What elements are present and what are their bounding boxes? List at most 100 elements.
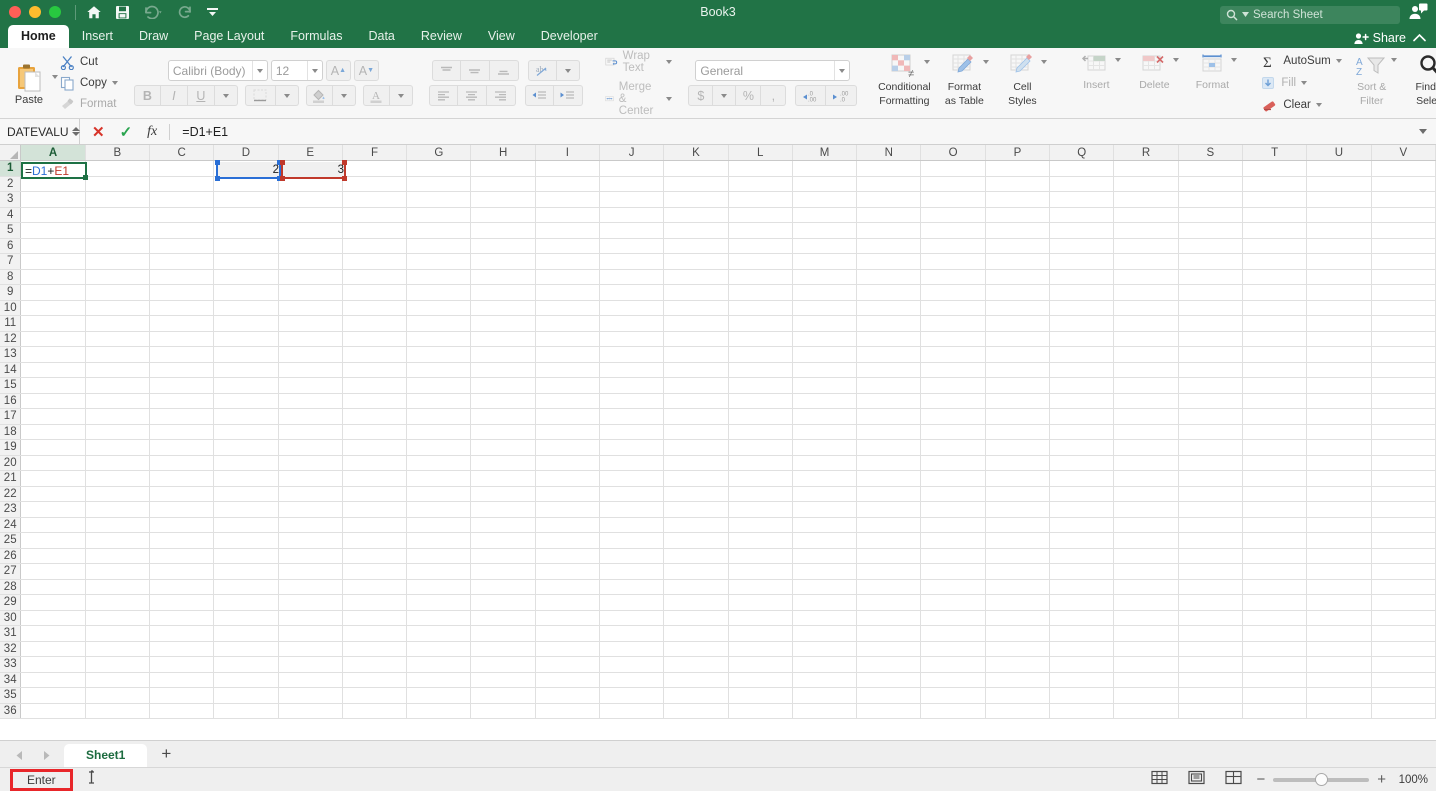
decrease-decimal-button[interactable]: .00.0 [826, 85, 858, 106]
row-header-4[interactable]: 4 [0, 207, 22, 223]
cell-D21[interactable] [213, 470, 279, 487]
cell-S29[interactable] [1178, 594, 1243, 611]
cell-D7[interactable] [213, 253, 279, 270]
currency-format-button[interactable]: $ [688, 85, 714, 106]
cell-N16[interactable] [856, 393, 922, 409]
cell-G21[interactable] [406, 470, 472, 487]
cell-F29[interactable] [342, 594, 408, 611]
cell-J21[interactable] [599, 470, 665, 487]
cell-G27[interactable] [406, 563, 472, 580]
cell-L33[interactable] [728, 656, 793, 673]
cell-D13[interactable] [213, 346, 279, 363]
cell-H26[interactable] [470, 548, 536, 564]
cell-H5[interactable] [470, 222, 536, 239]
cell-L16[interactable] [728, 393, 793, 409]
zoom-slider-handle[interactable] [1315, 772, 1329, 786]
cell-G2[interactable] [406, 176, 472, 192]
cell-E17[interactable] [278, 408, 343, 425]
cell-Q34[interactable] [1049, 672, 1115, 688]
cell-D12[interactable] [213, 331, 279, 347]
cell-L11[interactable] [728, 315, 793, 332]
cell-S8[interactable] [1178, 269, 1243, 285]
cell-L5[interactable] [728, 222, 793, 239]
cell-L17[interactable] [728, 408, 793, 425]
name-box[interactable]: DATEVALU [0, 119, 80, 144]
cell-U20[interactable] [1306, 455, 1372, 471]
cell-R9[interactable] [1113, 284, 1179, 301]
cell-G32[interactable] [406, 641, 472, 657]
cell-C3[interactable] [149, 191, 215, 208]
home-icon[interactable] [86, 5, 102, 20]
merge-center-dropdown-icon[interactable] [666, 96, 673, 101]
cell-K12[interactable] [663, 331, 729, 347]
cell-D8[interactable] [213, 269, 279, 285]
cell-N19[interactable] [856, 439, 922, 456]
cell-U3[interactable] [1306, 191, 1372, 208]
cell-J19[interactable] [599, 439, 665, 456]
row-header-2[interactable]: 2 [0, 176, 22, 192]
cell-D3[interactable] [213, 191, 279, 208]
cell-L14[interactable] [728, 362, 793, 378]
cell-S15[interactable] [1178, 377, 1243, 394]
cell-B24[interactable] [85, 517, 150, 533]
cell-U8[interactable] [1306, 269, 1372, 285]
cell-F2[interactable] [342, 176, 408, 192]
cell-G13[interactable] [406, 346, 472, 363]
copy-dropdown-icon[interactable] [111, 81, 118, 85]
cell-G16[interactable] [406, 393, 472, 409]
cell-B19[interactable] [85, 439, 150, 456]
cell-B20[interactable] [85, 455, 150, 471]
cell-M19[interactable] [792, 439, 858, 456]
cell-S18[interactable] [1178, 424, 1243, 440]
cell-D6[interactable] [213, 238, 279, 254]
cell-G36[interactable] [406, 703, 472, 719]
cell-M6[interactable] [792, 238, 858, 254]
cell-N11[interactable] [856, 315, 922, 332]
cell-F22[interactable] [342, 486, 408, 502]
cell-T8[interactable] [1242, 269, 1308, 285]
cell-R27[interactable] [1113, 563, 1179, 580]
cell-J10[interactable] [599, 300, 665, 316]
cell-I22[interactable] [535, 486, 601, 502]
cell-O23[interactable] [920, 501, 986, 518]
cell-L34[interactable] [728, 672, 793, 688]
cell-U23[interactable] [1306, 501, 1372, 518]
cell-F23[interactable] [342, 501, 408, 518]
cell-G26[interactable] [406, 548, 472, 564]
cell-A9[interactable] [20, 284, 86, 301]
cell-T23[interactable] [1242, 501, 1308, 518]
cell-M31[interactable] [792, 625, 858, 642]
cell-O24[interactable] [920, 517, 986, 533]
decrease-font-size-button[interactable]: A ▼ [353, 60, 379, 81]
cell-T29[interactable] [1242, 594, 1308, 611]
cell-M5[interactable] [792, 222, 858, 239]
cell-R7[interactable] [1113, 253, 1179, 270]
cell-K15[interactable] [663, 377, 729, 394]
cell-O7[interactable] [920, 253, 986, 270]
cell-C5[interactable] [149, 222, 215, 239]
cell-C28[interactable] [149, 579, 215, 595]
cell-B34[interactable] [85, 672, 150, 688]
cell-A13[interactable] [20, 346, 86, 363]
window-controls[interactable] [0, 6, 61, 18]
cell-E21[interactable] [278, 470, 343, 487]
search-sheet-input[interactable]: Search Sheet [1220, 5, 1400, 24]
cell-F9[interactable] [342, 284, 408, 301]
table-row[interactable]: 26 [0, 548, 1436, 564]
cell-H30[interactable] [470, 610, 536, 626]
cell-I30[interactable] [535, 610, 601, 626]
cell-Q21[interactable] [1049, 470, 1115, 487]
cell-A27[interactable] [20, 563, 86, 580]
close-window-button[interactable] [9, 6, 21, 18]
cell-F35[interactable] [342, 687, 408, 704]
cell-I13[interactable] [535, 346, 601, 363]
cell-V1[interactable] [1371, 160, 1436, 177]
cell-H14[interactable] [470, 362, 536, 378]
wrap-text-dropdown-icon[interactable] [666, 59, 673, 64]
cell-F4[interactable] [342, 207, 408, 223]
cell-C30[interactable] [149, 610, 215, 626]
cell-O12[interactable] [920, 331, 986, 347]
cell-B6[interactable] [85, 238, 150, 254]
cell-U22[interactable] [1306, 486, 1372, 502]
cell-G10[interactable] [406, 300, 472, 316]
